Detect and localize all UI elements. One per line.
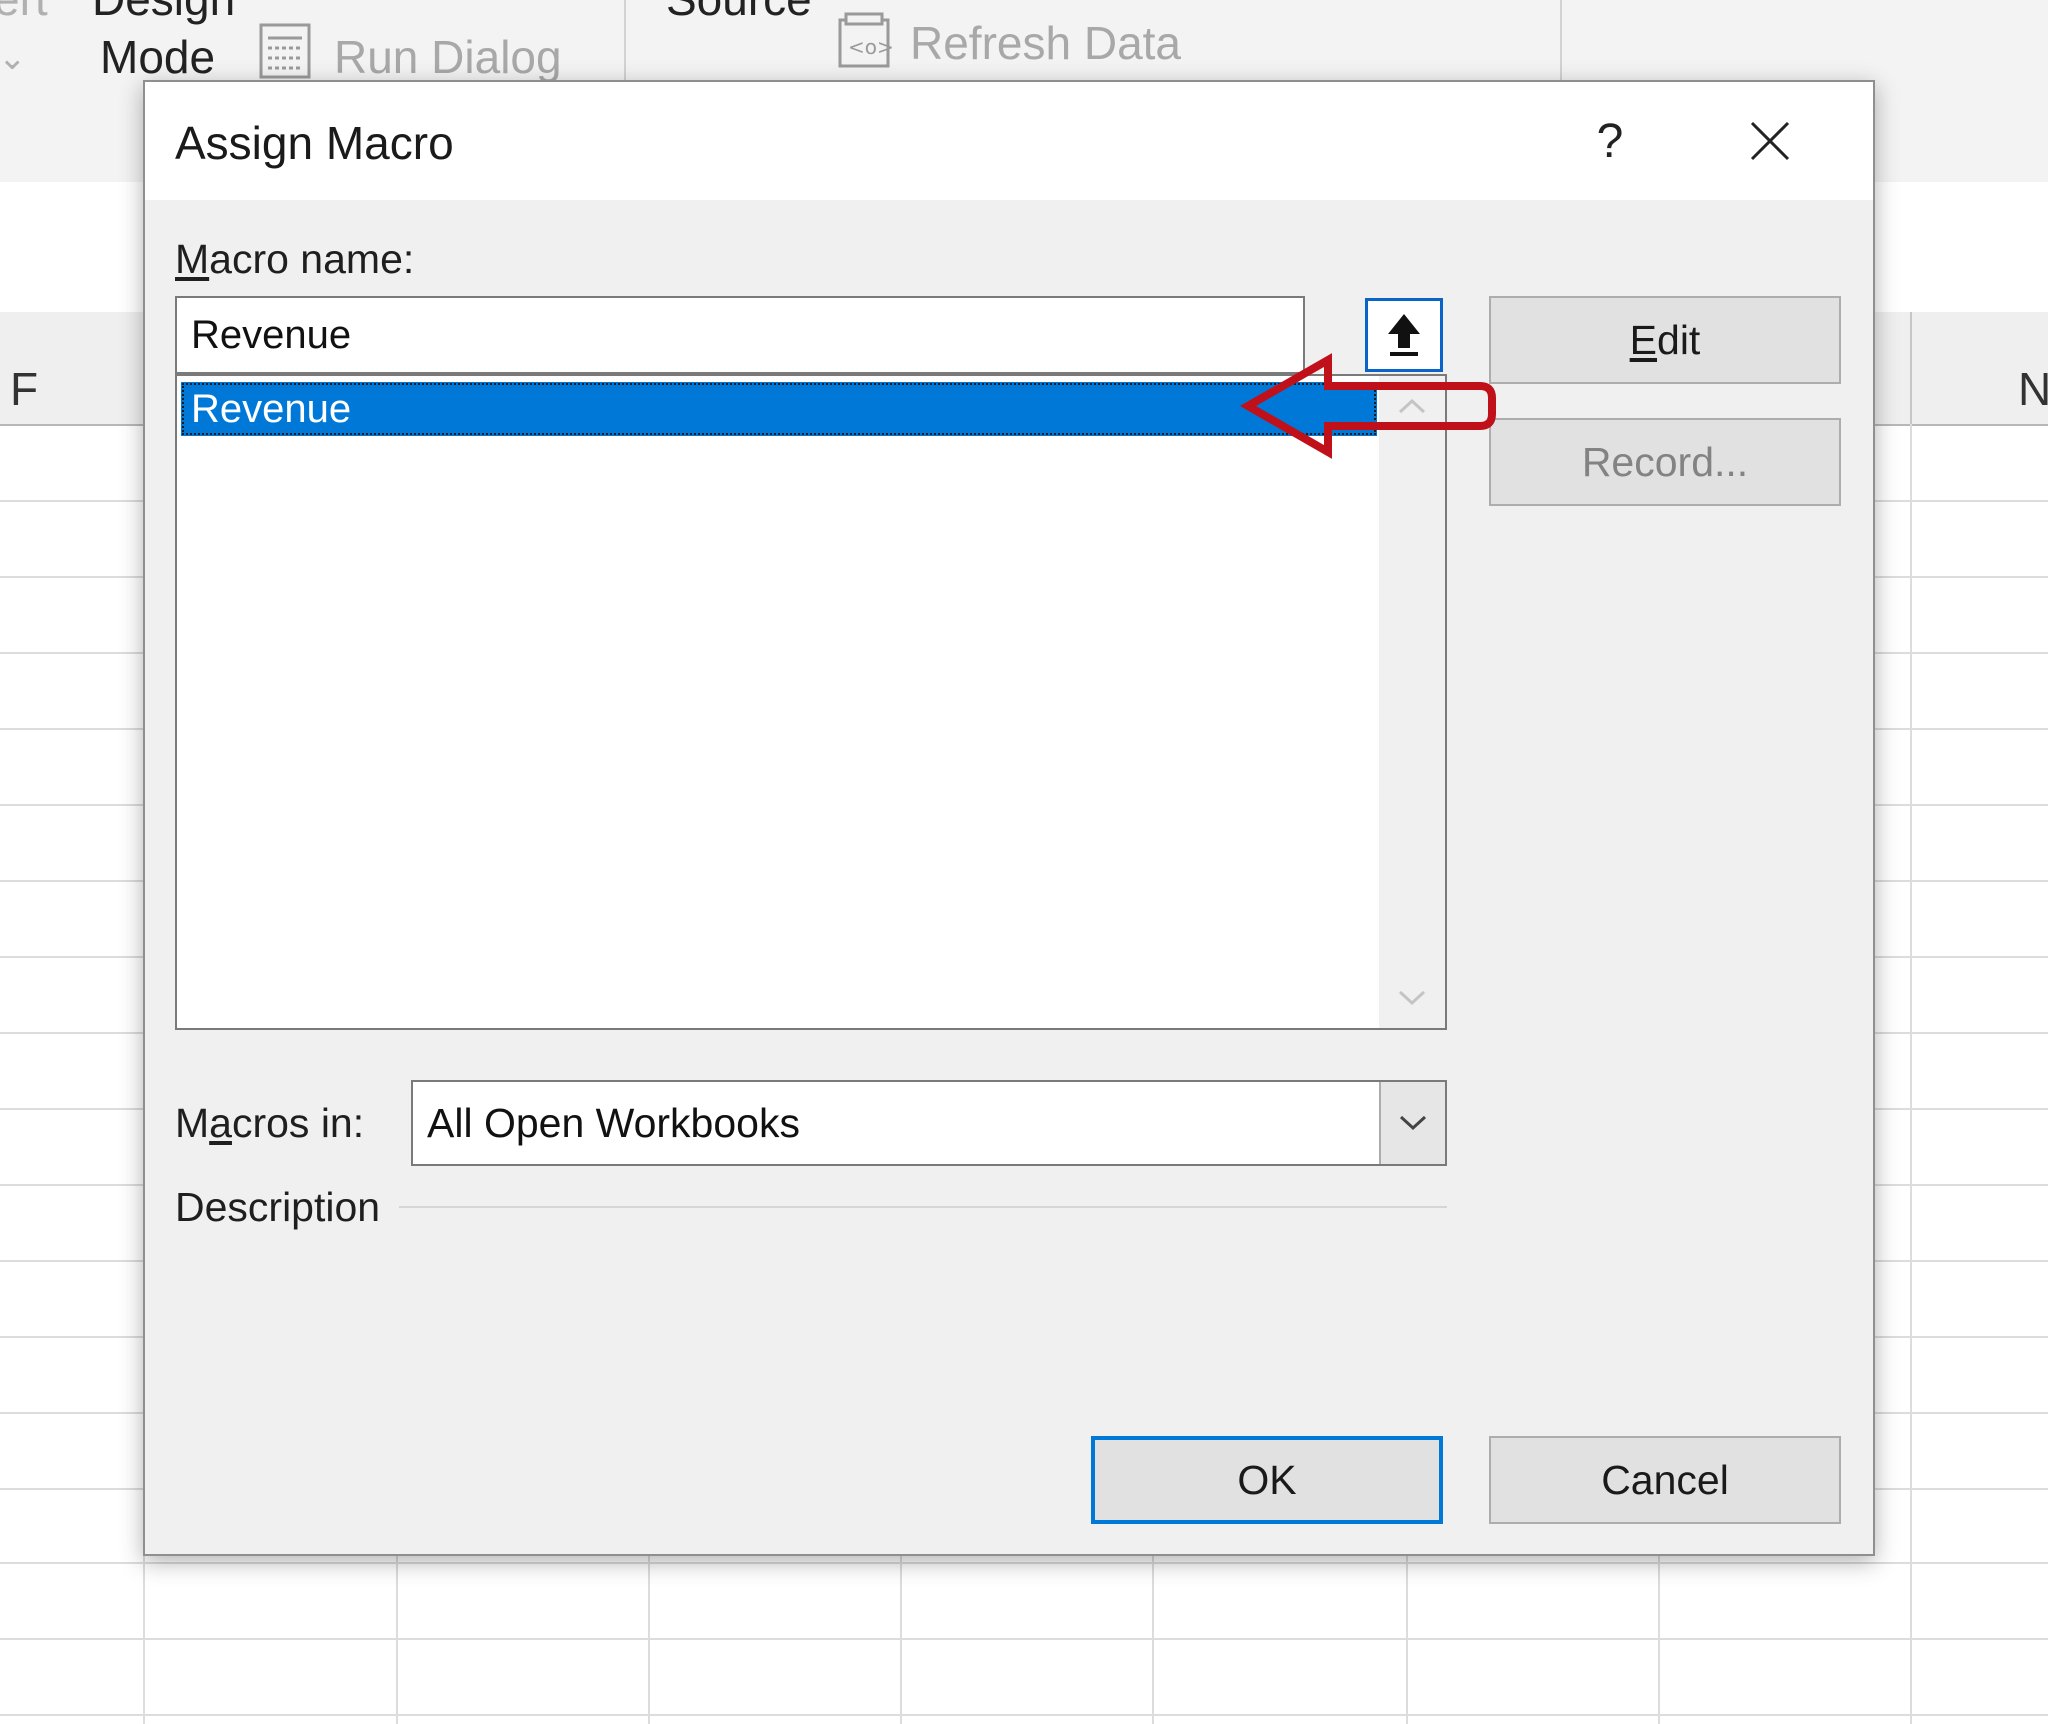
ribbon-cut-label: ert (0, 0, 48, 26)
scroll-up-button[interactable] (1379, 376, 1445, 436)
list-scrollbar[interactable] (1379, 376, 1445, 1028)
macros-in-label: Macros in: (175, 1100, 365, 1146)
list-item[interactable]: Revenue (181, 382, 1377, 436)
record-button-label: Record... (1581, 438, 1749, 485)
dialog-title: Assign Macro (175, 117, 454, 169)
ribbon-separator (1560, 0, 1562, 80)
dialog-titlebar[interactable]: Assign Macro ? (145, 82, 1873, 200)
close-icon (1750, 121, 1790, 161)
run-dialog-icon (259, 23, 311, 79)
ok-button[interactable]: OK (1091, 1436, 1443, 1524)
cancel-button[interactable]: Cancel (1489, 1436, 1841, 1524)
refresh-data-icon: <o> (838, 12, 894, 68)
chevron-up-icon (1398, 398, 1426, 414)
description-label: Description (175, 1184, 381, 1230)
macro-list[interactable]: Revenue (175, 374, 1447, 1030)
description-divider (399, 1206, 1447, 1208)
macros-in-select[interactable]: All Open Workbooks (411, 1080, 1447, 1166)
upload-arrow-icon (1388, 314, 1420, 356)
grid-row-line (0, 1714, 2048, 1716)
edit-button-label: Edit (1629, 316, 1701, 363)
close-button[interactable] (1725, 96, 1815, 186)
ribbon-chevron-icon: ⌄ (0, 39, 27, 77)
macro-name-input[interactable]: Revenue (175, 296, 1305, 374)
grid-col-line (1910, 424, 1912, 1724)
ribbon-separator (624, 0, 626, 80)
help-button[interactable]: ? (1565, 96, 1655, 186)
edit-button[interactable]: Edit (1489, 296, 1841, 384)
grid-row-line (0, 1638, 2048, 1640)
run-dialog-button[interactable]: Run Dialog (334, 30, 562, 84)
column-header-f[interactable]: F (10, 362, 38, 416)
record-button[interactable]: Record... (1489, 418, 1841, 506)
macro-name-label: Macro name: (175, 236, 415, 282)
collapse-dialog-button[interactable] (1365, 298, 1443, 372)
help-icon: ? (1596, 114, 1624, 168)
assign-macro-dialog: Assign Macro ? Macro name: Revenue Reven… (143, 80, 1875, 1556)
chevron-down-icon (1398, 990, 1426, 1006)
grid-row-line (0, 1562, 2048, 1564)
column-separator (1910, 312, 1912, 424)
scroll-down-button[interactable] (1379, 968, 1445, 1028)
column-header-n[interactable]: N (2018, 362, 2048, 416)
cancel-button-label: Cancel (1601, 1456, 1729, 1503)
macros-in-dropdown-button[interactable] (1379, 1082, 1445, 1164)
ok-button-label: OK (1237, 1456, 1297, 1503)
design-label[interactable]: Design (92, 0, 235, 26)
svg-text:<o>: <o> (848, 35, 894, 59)
refresh-data-button[interactable]: Refresh Data (910, 16, 1181, 70)
design-mode-button[interactable]: Mode (100, 30, 215, 84)
macros-in-value: All Open Workbooks (427, 1100, 800, 1146)
source-button[interactable]: Source (666, 0, 812, 26)
chevron-down-icon (1399, 1115, 1427, 1131)
